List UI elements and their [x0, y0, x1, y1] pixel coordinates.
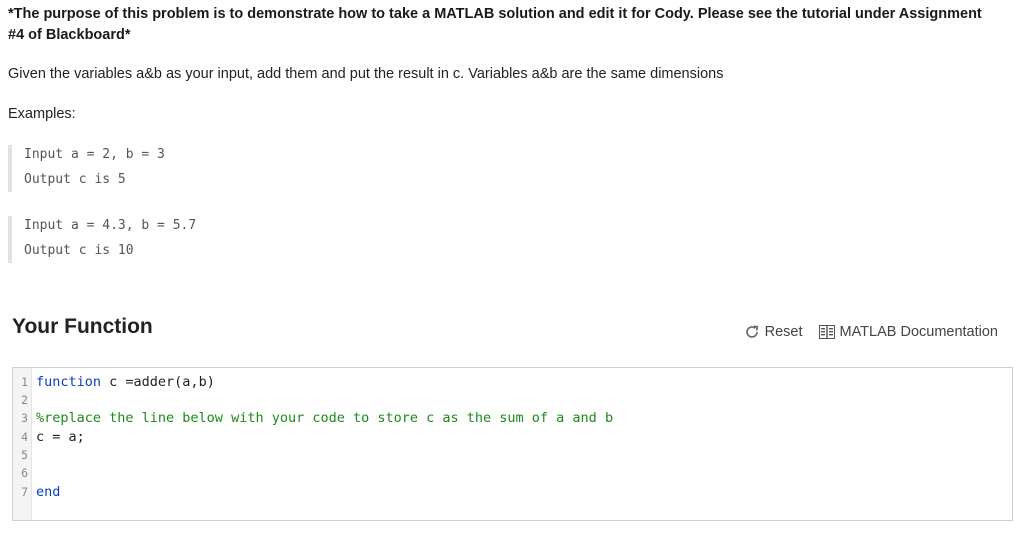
- example-1-input: Input a = 2, b = 3: [24, 147, 165, 162]
- code-editor[interactable]: 1 function c =adder(a,b) 2 3 %replace th…: [12, 367, 1013, 521]
- book-icon: [818, 325, 835, 339]
- problem-description: Given the variables a&b as your input, a…: [8, 66, 724, 82]
- reset-label: Reset: [764, 324, 803, 340]
- line-number: 4: [21, 430, 28, 444]
- code-line-7[interactable]: 7 end: [13, 483, 1012, 501]
- code-line-4[interactable]: 4 c = a;: [13, 428, 1012, 446]
- examples-label: Examples:: [8, 106, 76, 122]
- line-number: 1: [21, 375, 28, 389]
- code-line-5[interactable]: 5: [13, 446, 1012, 464]
- line-number: 5: [21, 448, 28, 462]
- editor-toolbar: Reset MATLAB Documentation: [744, 324, 998, 340]
- line-number: 3: [21, 411, 28, 425]
- code-line-3[interactable]: 3 %replace the line below with your code…: [13, 409, 1012, 427]
- keyword: end: [36, 484, 61, 500]
- keyword: function: [36, 374, 102, 390]
- example-2-output: Output c is 10: [24, 243, 134, 258]
- code-comment: %replace the line below with your code t…: [36, 410, 614, 426]
- code-line-1[interactable]: 1 function c =adder(a,b): [13, 373, 1012, 391]
- problem-intro: *The purpose of this problem is to demon…: [8, 6, 982, 43]
- matlab-documentation-link[interactable]: MATLAB Documentation: [818, 324, 999, 340]
- reset-button[interactable]: Reset: [744, 324, 803, 340]
- code-line-2[interactable]: 2: [13, 391, 1012, 409]
- line-number: 7: [21, 485, 28, 499]
- line-number: 2: [21, 393, 28, 407]
- reset-icon: [744, 324, 760, 340]
- line-number: 6: [21, 466, 28, 480]
- code-line-6[interactable]: 6: [13, 464, 1012, 482]
- code-text: c = a;: [36, 429, 85, 445]
- example-1-output: Output c is 5: [24, 172, 126, 187]
- code-token: c =adder(a,b): [101, 374, 215, 390]
- code-text: function c =adder(a,b): [36, 373, 215, 391]
- matlab-documentation-label: MATLAB Documentation: [839, 324, 999, 340]
- example-block-1: Input a = 2, b = 3 Output c is 5: [8, 145, 165, 192]
- your-function-title: Your Function: [12, 315, 153, 338]
- example-2-input: Input a = 4.3, b = 5.7: [24, 218, 197, 233]
- example-block-2: Input a = 4.3, b = 5.7 Output c is 10: [8, 216, 196, 263]
